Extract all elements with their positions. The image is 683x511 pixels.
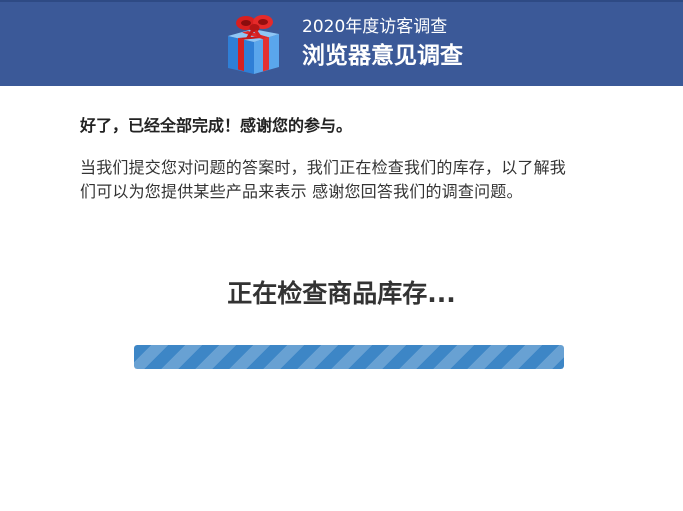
info-message-line-1: 当我们提交您对问题的答案时，我们正在检查我们的库存，以了解我	[80, 158, 567, 177]
gift-box-icon	[228, 15, 279, 74]
survey-title: 浏览器意见调查	[302, 43, 463, 69]
info-message: 当我们提交您对问题的答案时，我们正在检查我们的库存，以了解我 们可以为您提供某些…	[80, 156, 610, 204]
progress-bar-fill	[134, 345, 564, 369]
header-text-group: 2020年度访客调查 浏览器意见调查	[302, 16, 463, 72]
header-bar: 2020年度访客调查 浏览器意见调查	[0, 0, 683, 86]
thanks-heading: 好了，已经全部完成！感谢您的参与。	[80, 116, 353, 135]
progress-bar	[134, 345, 564, 369]
info-message-line-2: 们可以为您提供某些产品来表示 感谢您回答我们的调查问题。	[80, 182, 523, 201]
survey-subtitle: 2020年度访客调查	[302, 17, 448, 37]
status-heading: 正在检查商品库存...	[227, 279, 456, 308]
main-content: 好了，已经全部完成！感谢您的参与。 当我们提交您对问题的答案时，我们正在检查我们…	[80, 114, 610, 204]
